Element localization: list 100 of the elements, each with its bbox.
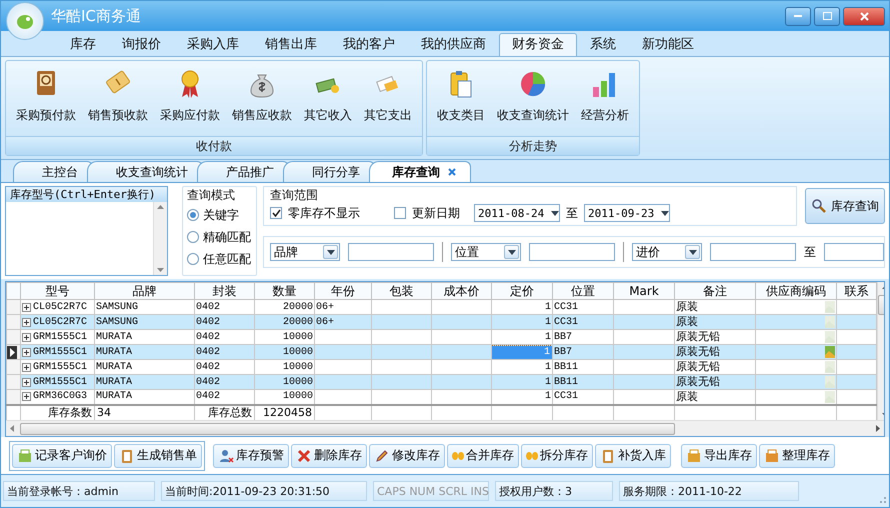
column-header[interactable]: 年份 — [314, 282, 372, 300]
column-header[interactable]: 备注 — [674, 282, 756, 300]
toolbar-button[interactable]: 拆分库存 — [521, 444, 593, 468]
radio-button[interactable] — [186, 209, 199, 221]
checkbox[interactable] — [270, 207, 282, 219]
filter-input[interactable] — [710, 243, 796, 261]
toolbar-button[interactable]: 合并库存 — [447, 444, 519, 468]
toolbar-button[interactable]: 修改库存 — [369, 444, 445, 468]
column-header[interactable]: 型号 — [20, 282, 94, 300]
expand-icon[interactable] — [22, 392, 31, 402]
expand-icon[interactable] — [22, 362, 31, 372]
ribbon-button[interactable]: 销售应收款 — [226, 63, 298, 136]
document-tab[interactable]: 库存查询 — [369, 161, 471, 182]
filter-input[interactable] — [824, 243, 884, 261]
toolbar-button[interactable]: 补货入库 — [595, 444, 671, 468]
toolbar-button[interactable]: 记录客户询价 — [12, 444, 112, 468]
menu-tab[interactable]: 库存 — [57, 33, 109, 56]
date-field[interactable]: 2011-09-23 — [584, 204, 670, 222]
column-header[interactable]: 供应商编码 — [756, 282, 836, 300]
ribbon-button[interactable]: 其它收入 — [298, 63, 358, 136]
toolbar-button[interactable]: 删除库存 — [291, 444, 367, 468]
caret-icon — [688, 250, 696, 254]
radio-button[interactable] — [186, 231, 199, 243]
dropdown-button[interactable] — [504, 245, 519, 259]
vertical-scrollbar[interactable] — [152, 202, 167, 275]
menu-tab[interactable]: 财务资金 — [499, 33, 577, 56]
filter-select[interactable]: 进价 — [632, 243, 702, 261]
table-cell: 1 — [544, 376, 551, 388]
ribbon-button[interactable]: 采购预付款 — [10, 63, 82, 136]
date-field[interactable]: 2011-08-24 — [474, 204, 560, 222]
column-header[interactable]: 包装 — [372, 282, 432, 300]
menu-tab[interactable]: 我的客户 — [330, 33, 408, 56]
toolbar-button[interactable]: 库存预警 — [213, 444, 289, 468]
table-cell: 1 — [492, 346, 552, 358]
maximize-button[interactable] — [814, 6, 840, 26]
table-cell: 20000 — [282, 302, 313, 312]
expand-icon[interactable] — [22, 302, 31, 312]
ribbon-button[interactable]: 采购应付款 — [154, 63, 226, 136]
toolbar-button[interactable]: 生成销售单 — [114, 444, 202, 468]
column-header[interactable]: 数量 — [254, 282, 314, 300]
scrollbar-thumb[interactable] — [20, 422, 675, 434]
radio-option[interactable]: 精确匹配 — [186, 226, 252, 248]
minimize-button[interactable] — [785, 6, 811, 26]
expand-icon[interactable] — [22, 332, 31, 342]
menu-tab[interactable]: 系统 — [577, 33, 629, 56]
ribbon-button[interactable]: 其它支出 — [358, 63, 418, 136]
toolbar-button[interactable]: 导出库存 — [681, 444, 757, 468]
expand-icon[interactable] — [22, 378, 31, 386]
expand-icon[interactable] — [22, 348, 31, 356]
table-cell: 10000 — [282, 391, 313, 402]
scroll-down-icon[interactable] — [156, 268, 164, 272]
table-cell: 0402 — [196, 391, 220, 402]
table-cell: 原装无铅 — [676, 330, 720, 343]
radio-label: 任意匹配 — [202, 250, 251, 268]
dropdown-button[interactable] — [685, 245, 700, 259]
scroll-left-icon[interactable] — [10, 425, 14, 432]
column-header[interactable]: 成本价 — [432, 282, 492, 300]
ribbon-button-label: 采购应付款 — [160, 107, 220, 124]
menu-tab[interactable]: 采购入库 — [174, 33, 252, 56]
radio-option[interactable]: 任意匹配 — [186, 248, 252, 270]
ribbon-button[interactable]: 经营分析 — [575, 63, 635, 136]
radio-option[interactable]: 关键字 — [186, 204, 252, 226]
column-header[interactable]: 封装 — [194, 282, 254, 300]
filter-select[interactable]: 品牌 — [270, 243, 340, 261]
column-header[interactable]: 定价 — [492, 282, 552, 300]
menu-tab[interactable]: 销售出库 — [252, 33, 330, 56]
scroll-up-icon[interactable] — [156, 205, 164, 209]
resize-grip-icon[interactable] — [877, 494, 887, 504]
document-tab[interactable]: 主控台 — [13, 161, 93, 182]
ribbon-button[interactable]: 收支类目 — [431, 63, 491, 136]
ribbon-button[interactable]: 销售预收款 — [82, 63, 154, 136]
table-cell: 1 — [544, 391, 551, 402]
menu-tab[interactable]: 新功能区 — [629, 33, 707, 56]
menu-tab[interactable]: 我的供应商 — [408, 33, 499, 56]
document-tab[interactable]: 收支查询统计 — [87, 161, 203, 182]
filter-input[interactable] — [529, 243, 615, 261]
dropdown-button[interactable] — [323, 245, 338, 259]
model-input-panel[interactable]: 库存型号(Ctrl+Enter换行) — [5, 186, 168, 276]
column-header[interactable]: Mark — [614, 282, 674, 300]
close-button[interactable] — [843, 6, 885, 26]
ribbon-button-label: 经营分析 — [581, 107, 629, 124]
expand-icon[interactable] — [22, 318, 31, 326]
column-header[interactable]: 联系 — [836, 282, 876, 300]
document-tab[interactable]: 产品推广 — [197, 161, 289, 182]
table-cell: 原装无铅 — [676, 376, 720, 388]
horizontal-scrollbar[interactable] — [6, 420, 884, 436]
radio-button[interactable] — [186, 253, 199, 265]
column-header[interactable]: 位置 — [552, 282, 614, 300]
filter-input[interactable] — [348, 243, 434, 261]
checkbox[interactable] — [394, 207, 406, 219]
ribbon-button[interactable]: 收支查询统计 — [491, 63, 575, 136]
row-header[interactable] — [6, 344, 20, 360]
close-tab-icon[interactable] — [448, 168, 456, 176]
document-tab[interactable]: 同行分享 — [283, 161, 375, 182]
menu-tab[interactable]: 询报价 — [109, 33, 174, 56]
scroll-right-icon[interactable] — [876, 425, 880, 432]
search-button[interactable]: 库存查询 — [805, 188, 885, 224]
filter-select[interactable]: 位置 — [451, 243, 521, 261]
toolbar-button[interactable]: 整理库存 — [759, 444, 835, 468]
column-header[interactable]: 品牌 — [94, 282, 194, 300]
